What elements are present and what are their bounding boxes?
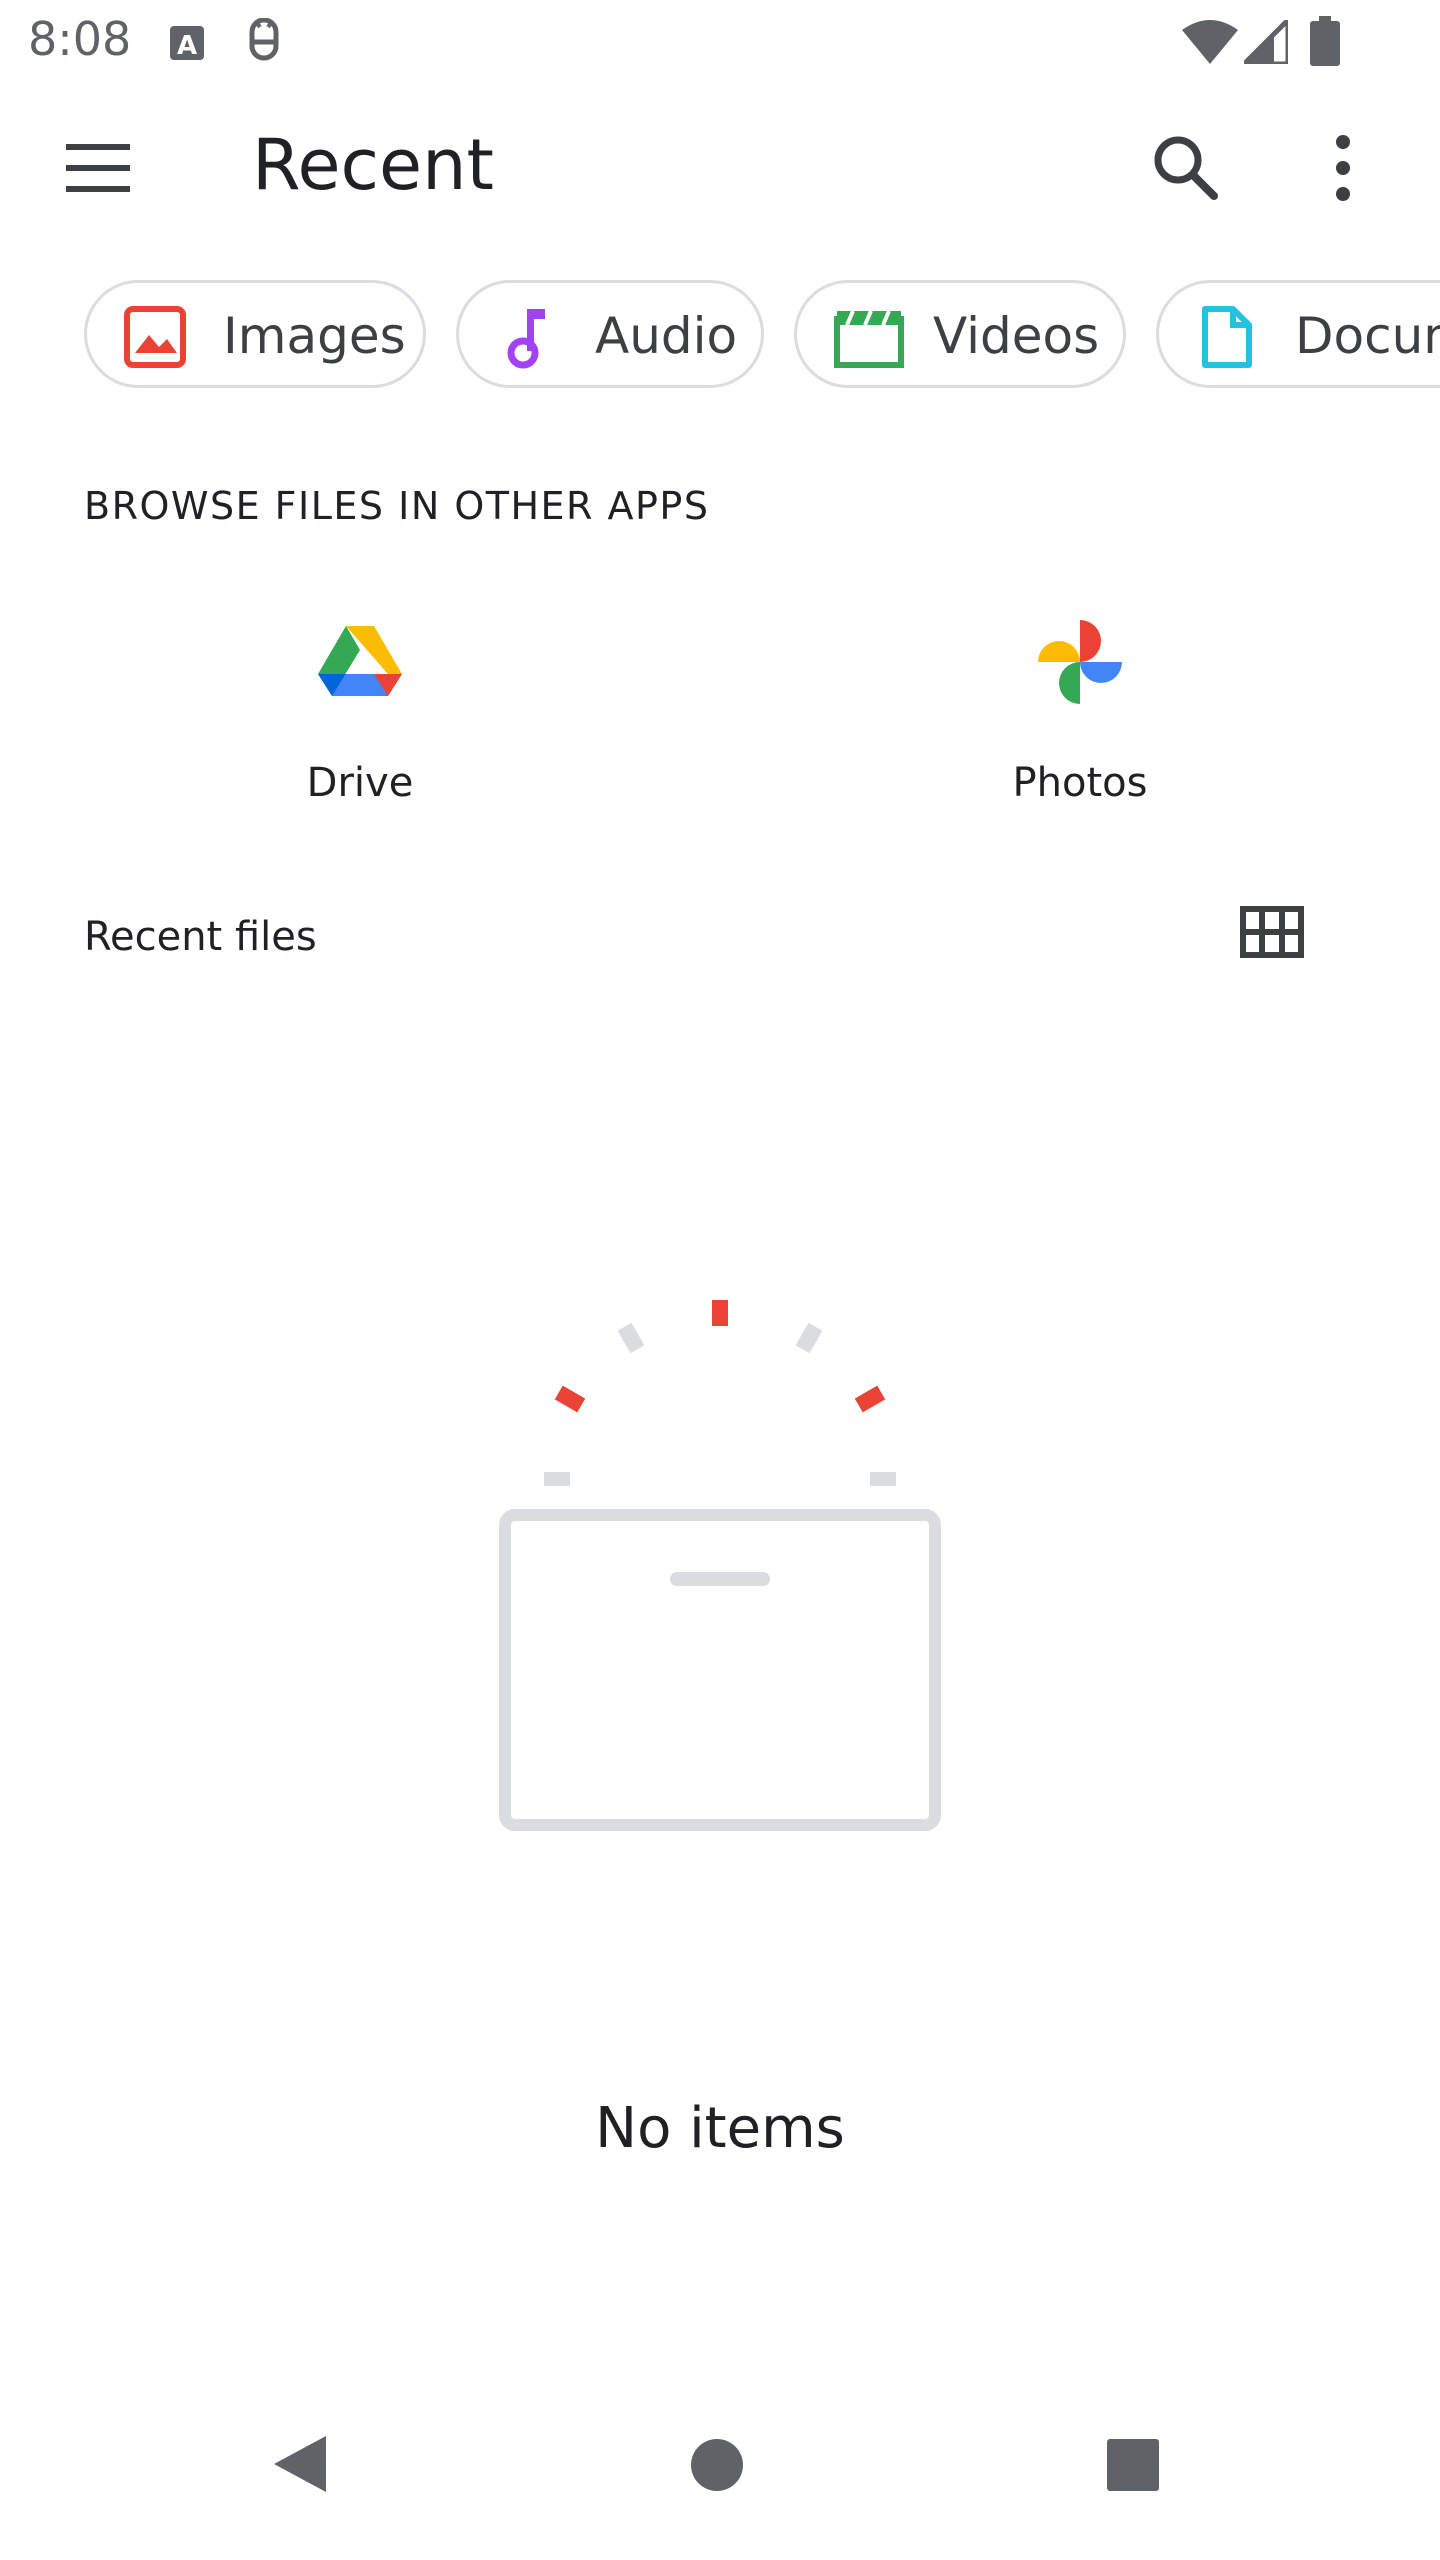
chip-label: Videos bbox=[933, 307, 1100, 365]
empty-box-illustration bbox=[490, 1290, 950, 1850]
app-tile-label: Photos bbox=[1012, 760, 1148, 806]
grid-view-icon bbox=[1240, 906, 1304, 958]
chip-label: Audio bbox=[595, 307, 738, 365]
recents-icon bbox=[1107, 2439, 1159, 2491]
recent-files-heading: Recent files bbox=[84, 914, 317, 960]
category-chips-row: Images Audio Videos Docu bbox=[0, 0, 1440, 420]
music-note-icon bbox=[495, 305, 559, 374]
chip-label: Docum bbox=[1295, 307, 1440, 365]
chip-videos[interactable]: Videos bbox=[794, 280, 1126, 388]
home-icon bbox=[691, 2439, 743, 2491]
grid-view-button[interactable] bbox=[1240, 906, 1304, 970]
movie-icon bbox=[833, 305, 905, 374]
back-icon bbox=[274, 2436, 326, 2492]
google-drive-icon bbox=[318, 626, 402, 707]
nav-back-button[interactable] bbox=[270, 2434, 330, 2494]
google-photos-icon bbox=[1038, 620, 1122, 709]
document-icon bbox=[1199, 305, 1255, 374]
app-tile-label: Drive bbox=[306, 760, 414, 806]
app-tile-drive[interactable]: Drive bbox=[210, 600, 510, 820]
empty-state-message: No items bbox=[595, 2096, 845, 2161]
chip-images[interactable]: Images bbox=[84, 280, 426, 388]
app-tile-photos[interactable]: Photos bbox=[930, 600, 1230, 820]
chip-label: Images bbox=[223, 307, 406, 365]
nav-recents-button[interactable] bbox=[1106, 2438, 1160, 2492]
browse-section-heading: BROWSE FILES IN OTHER APPS bbox=[84, 484, 710, 528]
chip-audio[interactable]: Audio bbox=[456, 280, 764, 388]
chip-documents[interactable]: Docum bbox=[1156, 280, 1440, 388]
nav-home-button[interactable] bbox=[690, 2438, 744, 2492]
image-icon bbox=[123, 305, 187, 374]
